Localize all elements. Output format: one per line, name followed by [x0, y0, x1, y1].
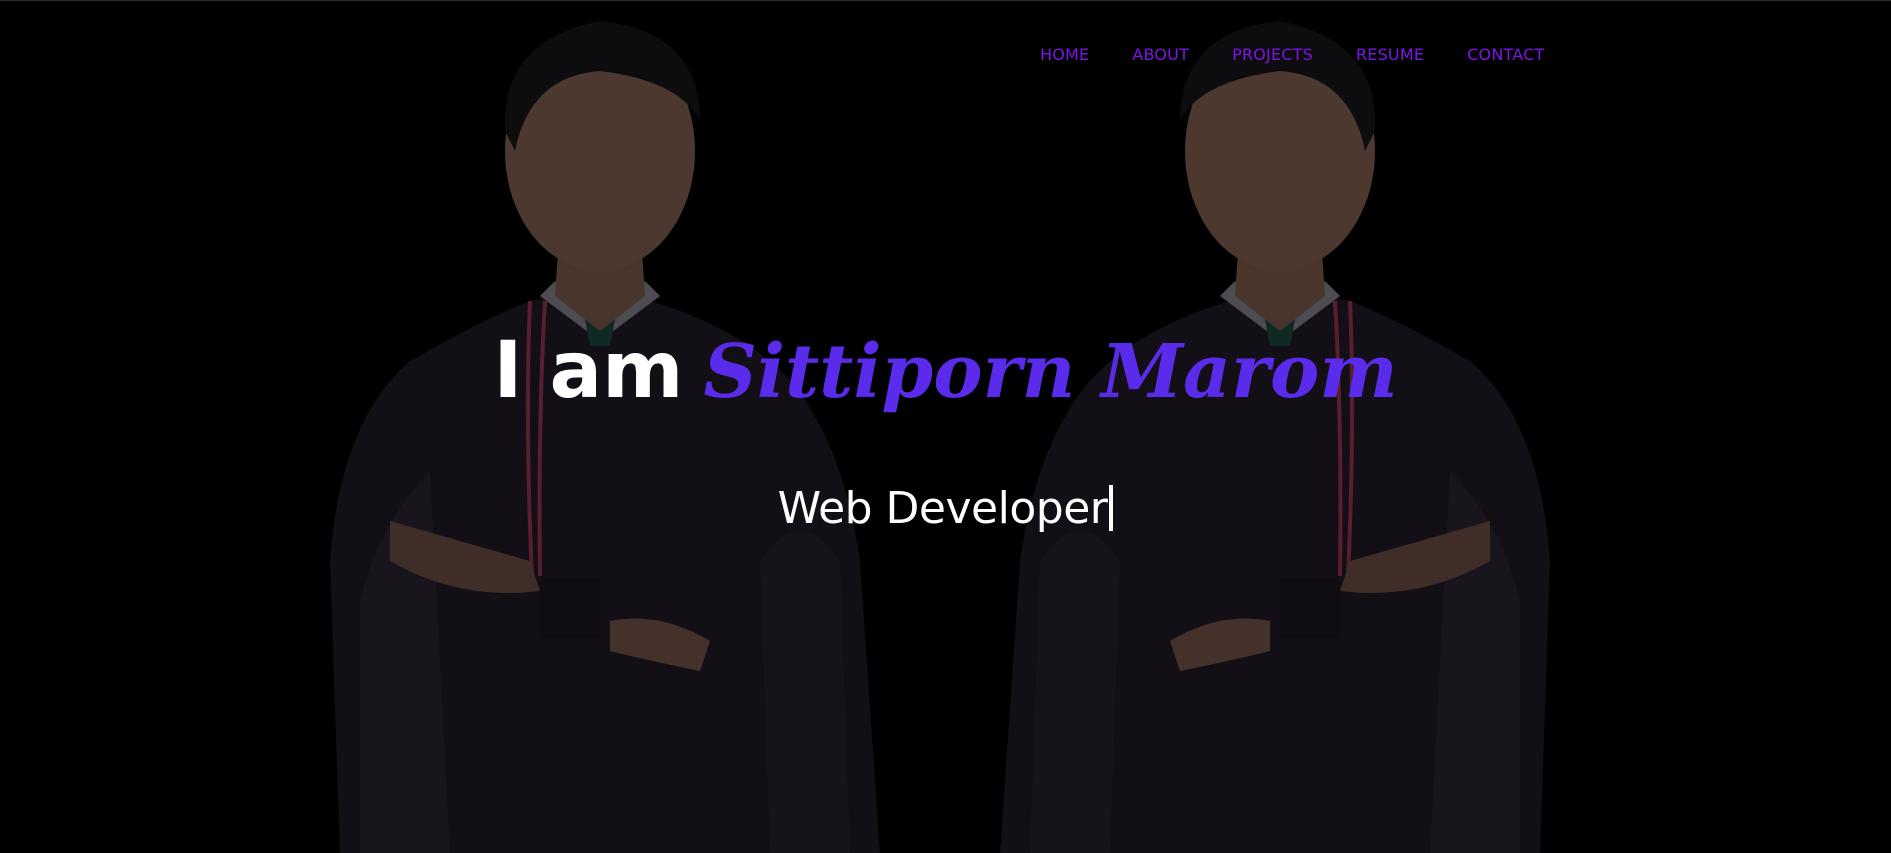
background-portrait-left: [300, 1, 940, 853]
nav-home-link[interactable]: HOME: [1040, 45, 1089, 64]
nav-resume-link[interactable]: RESUME: [1356, 45, 1424, 64]
hero-title: I am Sittiporn Marom: [0, 331, 1891, 411]
hero-role: Web Developer: [777, 483, 1108, 534]
hero-section: I am Sittiporn Marom: [0, 331, 1891, 411]
main-nav: HOME ABOUT PROJECTS RESUME CONTACT: [1040, 45, 1544, 64]
hero-role-line: Web Developer: [0, 483, 1891, 534]
hero-prefix: I am: [493, 326, 684, 416]
nav-about-link[interactable]: ABOUT: [1132, 45, 1189, 64]
nav-projects-link[interactable]: PROJECTS: [1232, 45, 1313, 64]
typing-cursor: [1109, 485, 1114, 531]
hero-page: HOME ABOUT PROJECTS RESUME CONTACT I am …: [0, 0, 1891, 853]
hero-name: Sittiporn Marom: [703, 329, 1398, 415]
background-portrait-right: [940, 1, 1580, 853]
nav-contact-link[interactable]: CONTACT: [1467, 45, 1544, 64]
